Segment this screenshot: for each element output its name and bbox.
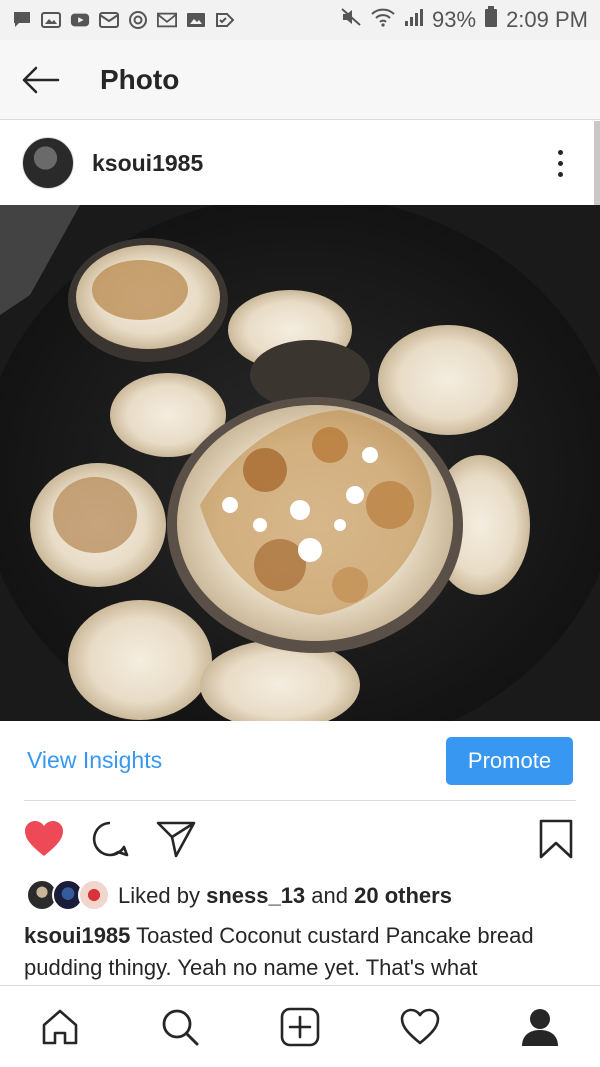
check-icon xyxy=(215,10,235,30)
divider xyxy=(24,800,576,801)
wifi-icon xyxy=(370,7,396,33)
gallery-icon xyxy=(99,10,119,30)
post-username[interactable]: ksoui1985 xyxy=(92,150,203,177)
nav-add[interactable] xyxy=(270,997,330,1057)
avatar xyxy=(78,879,110,911)
add-icon xyxy=(280,1007,320,1046)
liker-avatars[interactable] xyxy=(26,879,110,913)
page-title: Photo xyxy=(100,63,180,95)
battery-percent: 93% xyxy=(432,7,477,32)
status-bar: 93% 2:09 PM xyxy=(0,0,600,40)
share-button[interactable] xyxy=(154,817,198,861)
comment-icon xyxy=(92,821,129,857)
mute-icon xyxy=(340,7,362,33)
battery-icon xyxy=(484,6,498,34)
promote-button[interactable]: Promote xyxy=(446,736,573,785)
image-icon xyxy=(41,10,61,30)
comment-button[interactable] xyxy=(88,817,132,861)
likes-summary[interactable]: Liked by sness_13 and 20 others xyxy=(118,883,452,909)
home-icon xyxy=(42,1009,78,1044)
scrollbar[interactable] xyxy=(594,121,600,205)
profile-icon xyxy=(522,1008,558,1046)
top-header: Photo xyxy=(0,40,600,120)
likes-others[interactable]: 20 others xyxy=(354,883,452,908)
gmail-icon xyxy=(157,10,177,30)
save-button[interactable] xyxy=(534,817,578,861)
likes-row: Liked by sness_13 and 20 others xyxy=(26,878,452,914)
avatar[interactable] xyxy=(22,137,74,189)
bottom-nav xyxy=(0,985,600,1067)
insights-row: View Insights Promote xyxy=(0,721,600,800)
chrome-icon xyxy=(128,10,148,30)
liker-username[interactable]: sness_13 xyxy=(206,883,305,908)
nav-activity[interactable] xyxy=(390,997,450,1057)
nav-home[interactable] xyxy=(30,997,90,1057)
clock: 2:09 PM xyxy=(506,7,588,32)
notification-icons xyxy=(12,10,235,30)
caption-username[interactable]: ksoui1985 xyxy=(24,923,130,948)
post-actions xyxy=(0,806,600,872)
search-icon xyxy=(162,1009,199,1045)
likes-prefix: Liked by xyxy=(118,883,200,908)
youtube-icon xyxy=(70,10,90,30)
like-button[interactable] xyxy=(22,817,66,861)
post-photo[interactable] xyxy=(0,205,600,721)
back-button[interactable] xyxy=(0,40,80,120)
arrow-left-icon xyxy=(22,66,60,93)
activity-heart-icon xyxy=(400,1008,440,1044)
nav-search[interactable] xyxy=(150,997,210,1057)
more-options-button[interactable] xyxy=(540,138,580,188)
photo-icon xyxy=(186,10,206,30)
heart-filled-icon xyxy=(25,821,63,856)
nav-profile[interactable] xyxy=(510,997,570,1057)
post-header: ksoui1985 xyxy=(0,121,592,205)
signal-icon xyxy=(404,7,424,33)
view-insights-link[interactable]: View Insights xyxy=(27,747,162,774)
likes-and: and xyxy=(311,883,349,908)
caption: ksoui1985 Toasted Coconut custard Pancak… xyxy=(24,920,580,984)
bookmark-icon xyxy=(539,819,573,859)
send-icon xyxy=(156,821,196,858)
message-icon xyxy=(12,10,32,30)
more-vertical-icon xyxy=(557,149,563,155)
